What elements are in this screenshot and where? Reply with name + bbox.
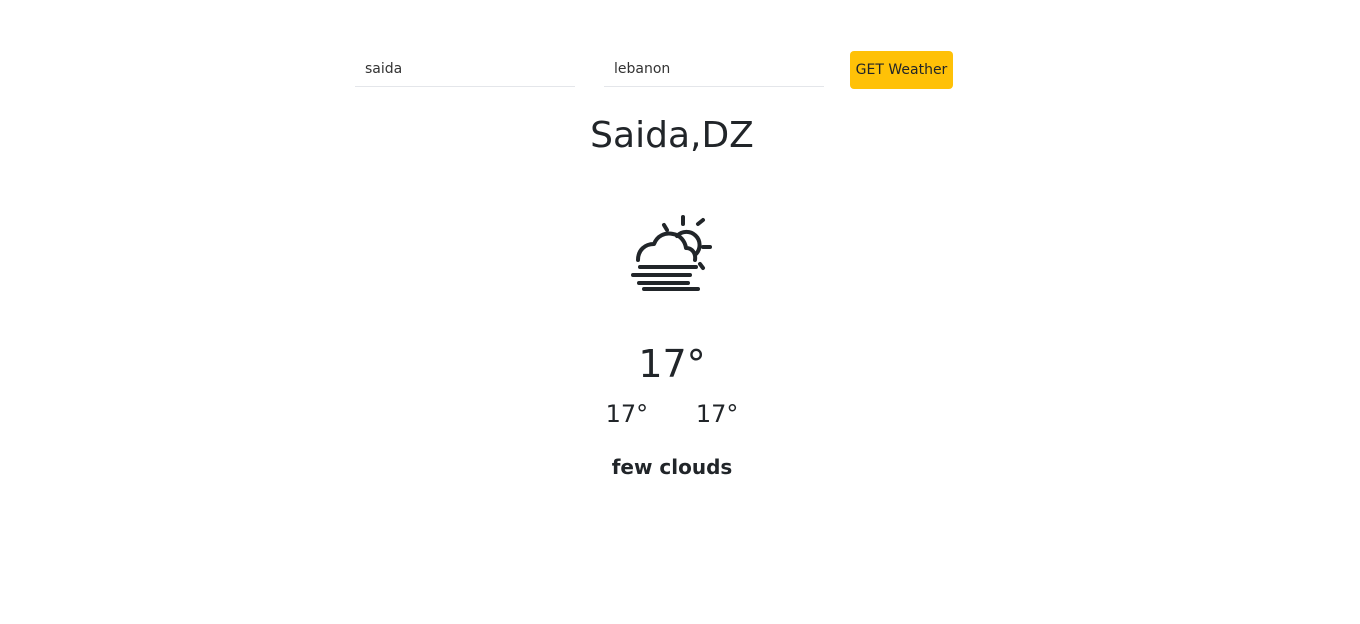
current-temperature: 17° [638,342,706,386]
location-title: Saida,DZ [590,115,754,156]
temperature-range: 17° 17° [0,398,1344,430]
min-temperature: 17° [605,400,649,428]
max-temperature: 17° [695,400,739,428]
city-input[interactable] [355,51,575,87]
get-weather-button[interactable]: GET Weather [850,51,953,89]
weather-app: GET Weather Saida,DZ 17° [0,0,1360,624]
fog-cloud-sun-icon [630,212,716,294]
weather-description: few clouds [611,455,733,479]
search-form: GET Weather [355,51,955,89]
country-input[interactable] [604,51,824,87]
